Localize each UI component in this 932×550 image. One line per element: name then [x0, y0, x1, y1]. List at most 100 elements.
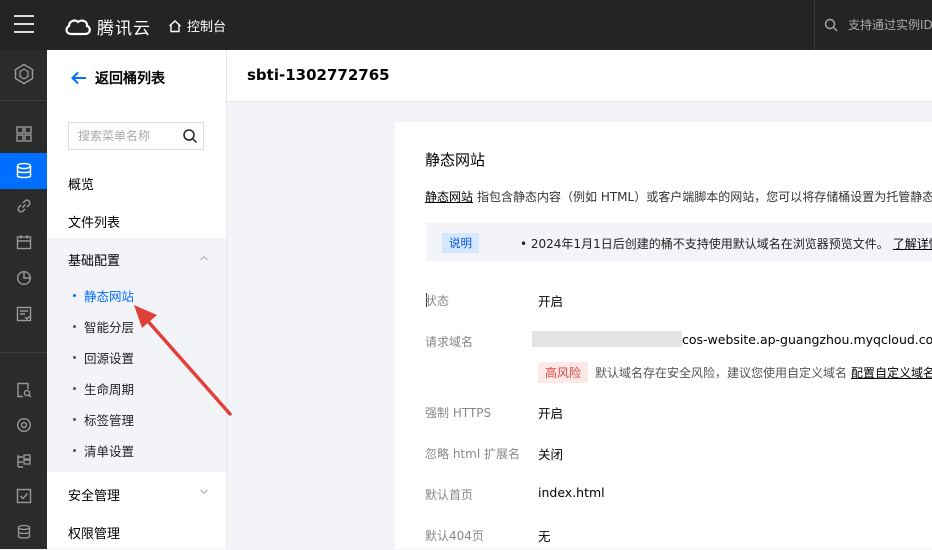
- sidebar-subitem-tags[interactable]: 标签管理: [73, 410, 134, 429]
- index-label: 默认首页: [425, 488, 474, 502]
- hexagon-icon: [14, 63, 33, 85]
- rail-task[interactable]: [0, 478, 47, 514]
- sidebar-item-files[interactable]: 文件列表: [68, 212, 120, 231]
- redacted-domain-prefix: [532, 331, 682, 347]
- static-website-doc-link[interactable]: 静态网站: [425, 190, 473, 204]
- rail-dashboard[interactable]: [0, 116, 47, 152]
- ignore-ext-label: 忽略 html 扩展名: [425, 447, 520, 461]
- rail-search-doc[interactable]: [0, 372, 47, 408]
- ignore-ext-value: 关闭: [538, 447, 564, 462]
- sidebar-subitem-static-website[interactable]: 静态网站: [73, 286, 134, 305]
- bullet-dot: [73, 418, 76, 421]
- rail-tree[interactable]: [0, 443, 47, 479]
- subitem-label: 回源设置: [84, 351, 135, 366]
- notice-tag: 说明: [442, 233, 479, 253]
- brand-name: 腾讯云: [97, 19, 151, 39]
- database-icon: [17, 524, 30, 539]
- checklist-icon: [16, 488, 31, 504]
- rail-database[interactable]: [0, 514, 47, 550]
- rail-hexagon[interactable]: [0, 56, 47, 92]
- subitem-label: 智能分层: [84, 320, 135, 335]
- subitem-label: 生命周期: [84, 382, 135, 397]
- pie-chart-icon: [16, 270, 31, 286]
- link-icon: [16, 199, 31, 213]
- inventory-icon: [16, 306, 31, 322]
- brand-logo[interactable]: 腾讯云: [64, 14, 151, 39]
- calendar-icon: [16, 235, 31, 250]
- target-icon: [16, 417, 31, 433]
- cloud-logo-icon: [65, 19, 91, 35]
- description-text: 指包含静态内容（例如 HTML）或客户端脚本的网站，您可以将存储桶设置为托管静态: [477, 190, 932, 204]
- rail-link[interactable]: [0, 188, 47, 224]
- https-label: 强制 HTTPS: [425, 406, 492, 420]
- sidebar-subitem-lifecycle[interactable]: 生命周期: [73, 379, 134, 398]
- topbar-divider: [814, 0, 815, 50]
- sidebar-item-overview[interactable]: 概览: [68, 174, 94, 193]
- subitem-label: 清单设置: [84, 444, 135, 459]
- subitem-label: 标签管理: [84, 413, 135, 428]
- notice-text: • 2024年1月1日后创建的桶不支持使用默认域名在浏览器预览文件。: [520, 237, 889, 251]
- tree-icon: [16, 454, 31, 468]
- back-label: 返回桶列表: [95, 71, 165, 87]
- status-value: 开启: [538, 294, 564, 309]
- menu-search[interactable]: [68, 122, 204, 150]
- bucket-name: sbti-1302772765: [247, 66, 390, 84]
- back-to-bucket-list[interactable]: 返回桶列表: [71, 68, 165, 88]
- rail-target[interactable]: [0, 407, 47, 443]
- bullet-dot: [73, 325, 76, 328]
- risk-text: 默认域名存在安全风险，建议您使用自定义域名: [595, 366, 848, 380]
- section-title: 静态网站: [425, 151, 486, 169]
- notice-text-wrap: • 2024年1月1日后创建的桶不支持使用默认域名在浏览器预览文件。了解详情: [520, 235, 932, 252]
- search-icon[interactable]: [182, 128, 198, 144]
- bullet-dot: [73, 356, 76, 359]
- bullet-dot: [73, 449, 76, 452]
- doc-search-icon: [16, 382, 31, 398]
- home-icon: [169, 19, 181, 32]
- section-description: 静态网站 指包含静态内容（例如 HTML）或客户端脚本的网站，您可以将存储桶设置为…: [425, 188, 932, 205]
- https-value: 开启: [538, 406, 564, 421]
- global-search-placeholder: 支持通过实例ID: [848, 18, 932, 32]
- bullet-dot: [73, 387, 76, 390]
- product-icon-rail: [0, 50, 47, 549]
- search-icon: [824, 18, 838, 31]
- domain-value[interactable]: cos-website.ap-guangzhou.myqcloud.com: [682, 332, 932, 347]
- chevron-up-icon[interactable]: [199, 254, 209, 262]
- status-label: 状态: [425, 294, 450, 308]
- rail-analytics[interactable]: [0, 260, 47, 296]
- risk-warning: 默认域名存在安全风险，建议您使用自定义域名 配置自定义域名: [595, 364, 932, 381]
- arrow-left-icon: [71, 71, 86, 85]
- subitem-label: 静态网站: [84, 289, 135, 304]
- sidebar-item-security[interactable]: 安全管理: [68, 485, 120, 504]
- console-link[interactable]: 控制台: [168, 16, 226, 35]
- learn-more-link[interactable]: 了解详情: [893, 237, 932, 251]
- static-website-card: 静态网站 静态网站 指包含静态内容（例如 HTML）或客户端脚本的网站，您可以将存…: [395, 122, 932, 549]
- rail-divider: [0, 100, 47, 101]
- index-value: index.html: [538, 485, 605, 500]
- notice-banner: 说明 • 2024年1月1日后创建的桶不支持使用默认域名在浏览器预览文件。 了解详…: [426, 223, 932, 261]
- storage-bucket-icon: [16, 162, 31, 179]
- rail-divider: [0, 352, 47, 353]
- chevron-down-icon[interactable]: [199, 488, 209, 496]
- menu-search-input[interactable]: [69, 123, 178, 149]
- notfound-label: 默认404页: [425, 529, 484, 543]
- top-bar: 腾讯云 控制台 支持通过实例ID: [0, 0, 932, 50]
- sidebar-subitem-inventory[interactable]: 清单设置: [73, 441, 134, 460]
- rail-inventory[interactable]: [0, 296, 47, 332]
- sidebar-item-basic-config[interactable]: 基础配置: [68, 250, 120, 269]
- bullet-dot: [73, 294, 76, 297]
- sidebar-item-permissions[interactable]: 权限管理: [68, 523, 120, 542]
- console-label: 控制台: [187, 20, 227, 35]
- menu-icon[interactable]: [14, 15, 34, 33]
- sidebar-subitem-origin[interactable]: 回源设置: [73, 348, 134, 367]
- global-search[interactable]: 支持通过实例ID: [824, 16, 932, 33]
- page-header: sbti-1302772765: [227, 50, 932, 102]
- bucket-sidebar: 返回桶列表 概览 文件列表 基础配置 静态网站 智能分层 回源设置 生命周期 标…: [47, 50, 227, 549]
- high-risk-tag: 高风险: [538, 362, 589, 383]
- rail-bucket[interactable]: [0, 153, 47, 189]
- notfound-value: 无: [538, 529, 551, 544]
- dashboard-icon: [15, 126, 32, 142]
- configure-custom-domain-link[interactable]: 配置自定义域名: [851, 366, 932, 380]
- sidebar-subitem-intelligent-tiering[interactable]: 智能分层: [73, 317, 134, 336]
- domain-label: 请求域名: [425, 335, 474, 349]
- rail-calendar[interactable]: [0, 224, 47, 260]
